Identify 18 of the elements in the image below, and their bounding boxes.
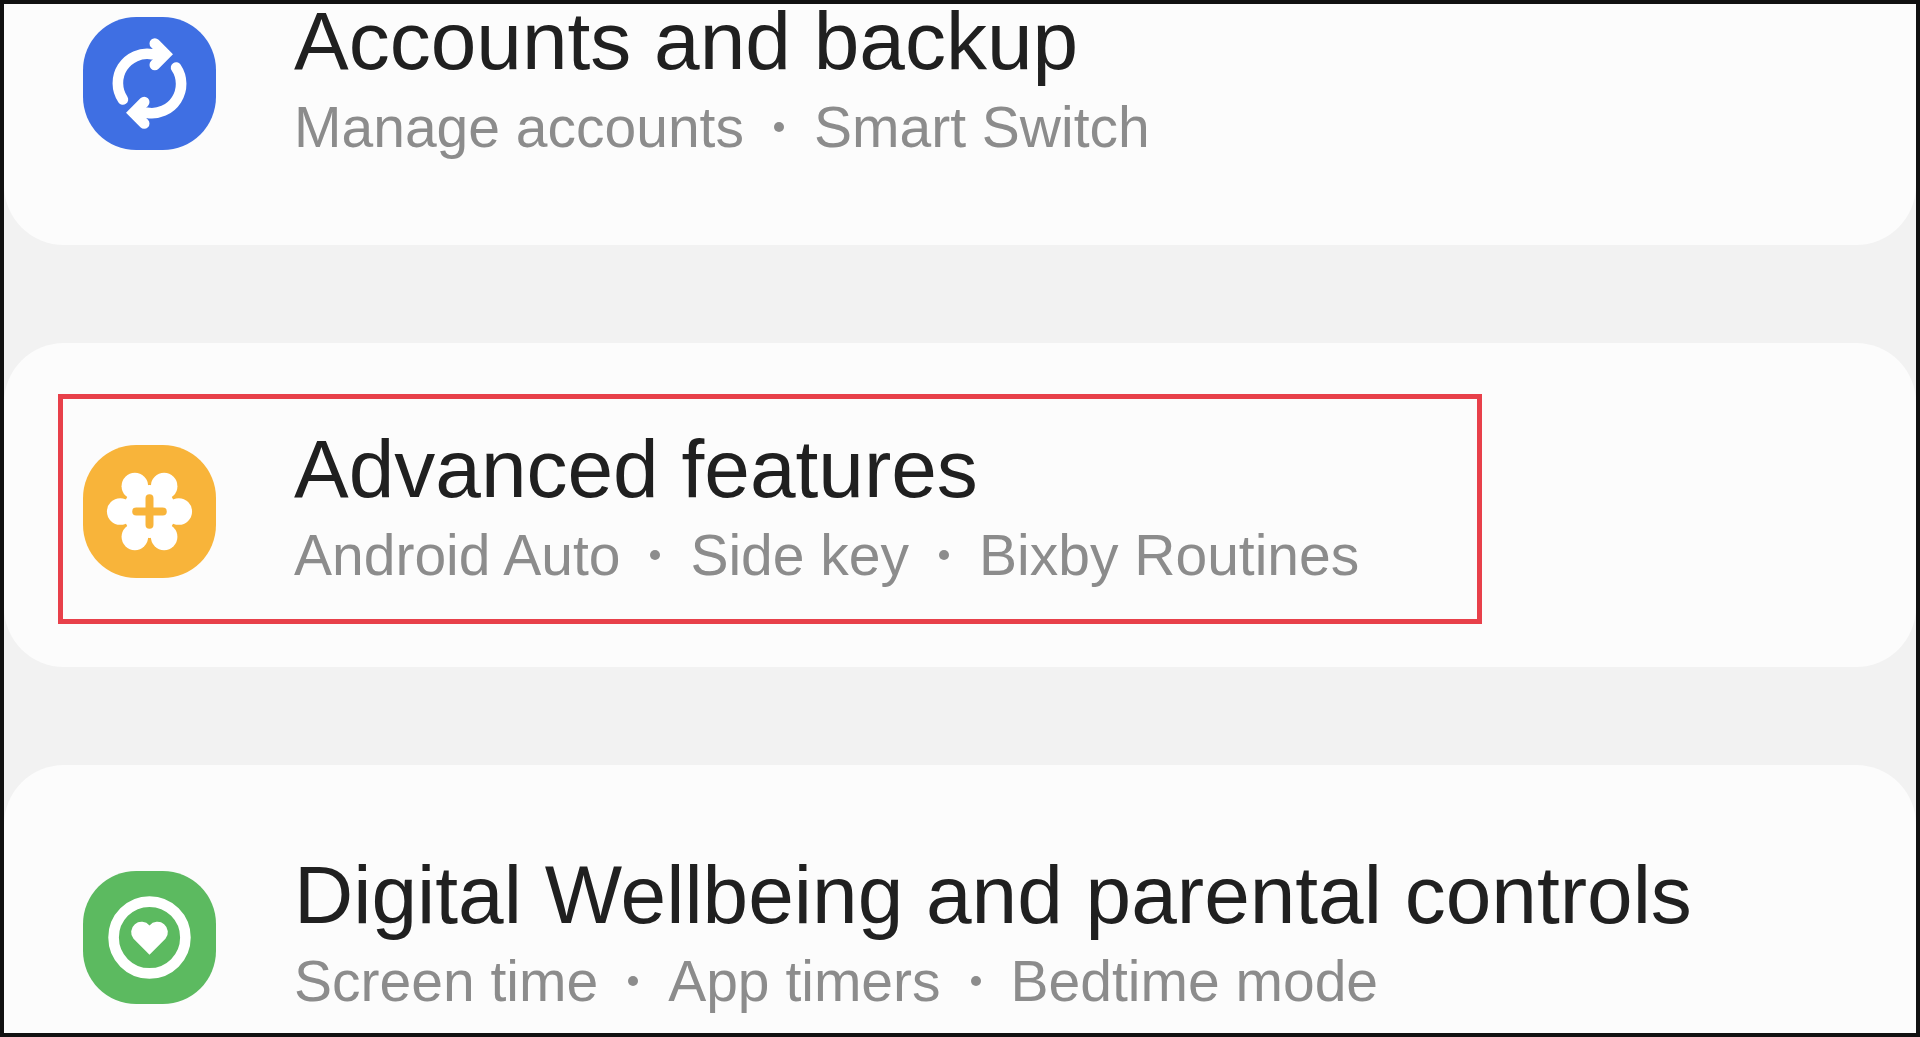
gear-icon[interactable]	[83, 445, 216, 578]
item-subtitle: Android Auto	[294, 522, 621, 589]
separator-dot	[939, 550, 950, 560]
item-title: Digital Wellbeing and parental controls	[294, 849, 1692, 941]
sync-icon[interactable]	[83, 17, 216, 150]
separator-dot	[970, 976, 981, 986]
item-subtitle: App timers	[668, 948, 941, 1015]
separator-dot	[628, 976, 639, 986]
item-subtitle: Manage accounts	[294, 94, 744, 161]
item-title: Accounts and backup	[294, 4, 1080, 87]
item-subtitle: Side key	[690, 522, 910, 589]
item-subtitle: Bixby Routines	[979, 522, 1360, 589]
separator-dot	[650, 550, 661, 560]
item-subtitle: Smart Switch	[813, 94, 1150, 161]
separator-dot	[773, 122, 784, 132]
item-title: Advanced features	[294, 423, 979, 515]
item-subtitle: Bedtime mode	[1010, 948, 1379, 1015]
item-subtitle: Screen time	[294, 948, 599, 1015]
